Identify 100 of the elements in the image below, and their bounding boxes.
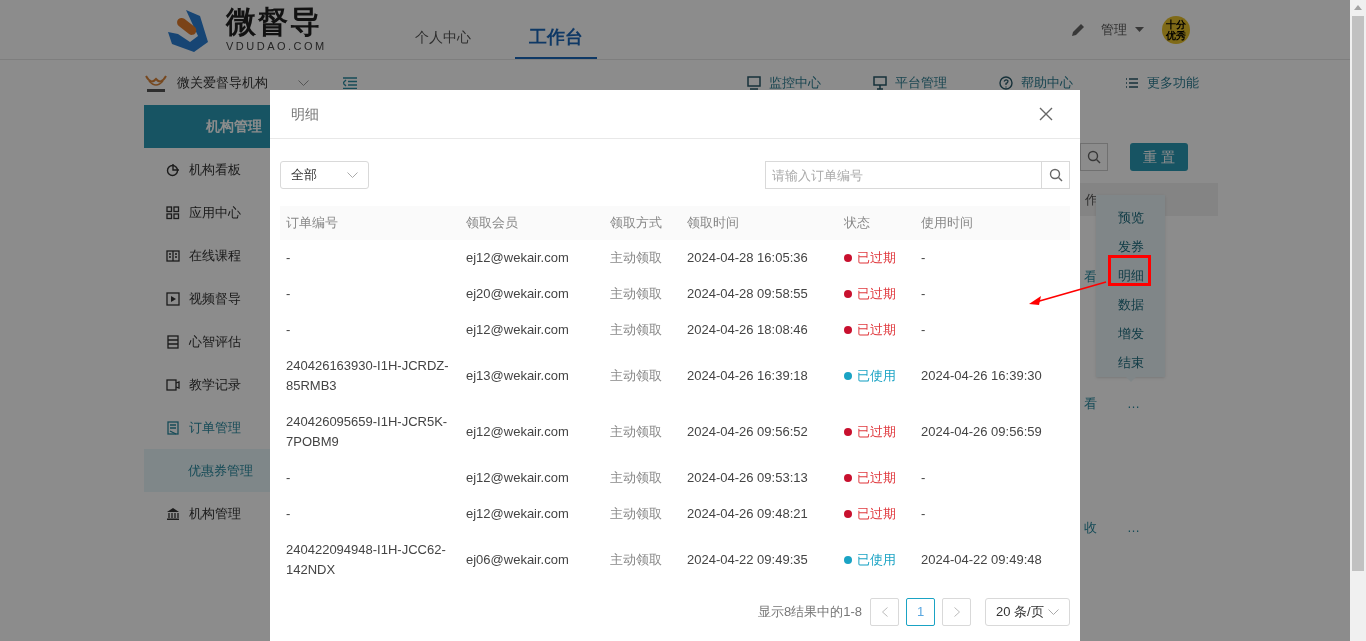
sidebar-item[interactable]: 机构管理 — [144, 492, 282, 535]
table-cell-text: ej12@wekair.com — [465, 321, 570, 340]
table-cell: - — [921, 506, 926, 522]
top-nav-link[interactable]: 监控中心 — [747, 72, 821, 93]
help-icon — [999, 75, 1013, 90]
table-cell-text: 2024-04-22 09:49:35 — [686, 551, 809, 570]
table-cell: 2024-04-26 16:39:30 — [921, 368, 1042, 384]
table-cell-text: ej06@wekair.com — [465, 551, 570, 570]
menu-item[interactable]: 发券 — [1117, 232, 1144, 261]
table-cell: - — [921, 286, 926, 302]
top-nav-link[interactable]: 更多功能 — [1125, 72, 1199, 93]
status-label: 已过期 — [844, 504, 896, 524]
scrollbar-thumb[interactable] — [1352, 16, 1364, 571]
sidebar-item[interactable]: 机构看板 — [144, 148, 282, 191]
column-header: 状态 — [838, 206, 915, 240]
column-header: 使用时间 — [915, 206, 1070, 240]
pagination-summary: 显示8结果中的1-8 — [757, 603, 862, 622]
status-label: 已过期 — [844, 468, 896, 488]
table-cell-text: 主动领取 — [609, 551, 663, 570]
chevron-right-icon — [953, 607, 960, 617]
column-header: 领取会员 — [460, 206, 604, 240]
table-cell-text: 240426095659-I1H-JCR5K-7POBM9 — [285, 413, 449, 451]
reset-button[interactable]: 重 置 — [1130, 143, 1188, 171]
column-header: 订单编号 — [280, 206, 460, 240]
nav-tab[interactable]: 工作台 — [514, 13, 597, 59]
search-field[interactable]: 请输入订单编号 — [765, 161, 1042, 189]
grid-icon — [166, 205, 180, 220]
more-link[interactable]: … — [1127, 518, 1140, 538]
menu-item[interactable]: 结束 — [1117, 348, 1144, 377]
next-page-button[interactable] — [942, 598, 971, 626]
table-cell-text: 主动领取 — [609, 505, 663, 524]
logo-domain: VDUDAO.COM — [226, 41, 327, 52]
status-label: 已过期 — [844, 284, 896, 304]
table-cell-text: - — [285, 505, 292, 523]
sidebar-item[interactable]: 订单管理 — [144, 406, 282, 449]
logo-text: 微督导 — [226, 7, 323, 37]
table-cell-text: 2024-04-26 18:08:46 — [686, 321, 809, 340]
caret-icon — [1135, 27, 1144, 32]
table-cell: - — [280, 240, 460, 276]
dialog-title: 明细 — [291, 104, 319, 124]
video-icon — [166, 377, 180, 392]
pencil-icon — [1071, 22, 1085, 37]
table-cell-text: - — [285, 321, 292, 339]
receipt-icon — [166, 420, 180, 435]
list-icon — [1125, 75, 1139, 90]
table-cell-text: ej12@wekair.com — [465, 423, 570, 442]
table-cell-text: ej20@wekair.com — [465, 285, 570, 304]
table-cell-text: 主动领取 — [609, 469, 663, 488]
table-cell-text: 主动领取 — [609, 423, 663, 442]
table-cell-text: ej12@wekair.com — [465, 469, 570, 488]
form-icon — [166, 334, 180, 349]
column-header: 领取方式 — [604, 206, 681, 240]
table-link[interactable]: 看 — [1080, 267, 1097, 287]
status-label: 已过期 — [844, 248, 896, 268]
status-label: 已使用 — [844, 550, 896, 570]
menu-item[interactable]: 增发 — [1117, 319, 1144, 348]
scrollbar[interactable] — [1350, 0, 1366, 641]
sidebar-item[interactable]: 教学记录 — [144, 363, 282, 406]
table-cell-text: - — [285, 469, 292, 487]
page-button[interactable]: 1 — [906, 598, 935, 626]
top-nav-link[interactable]: 平台管理 — [873, 72, 947, 93]
sidebar-item[interactable]: 心智评估 — [144, 320, 282, 363]
table-cell: 2024-04-28 16:05:36 — [681, 240, 838, 276]
search-icon — [1087, 150, 1101, 164]
sidebar-item[interactable]: 视频督导 — [144, 277, 282, 320]
menu-item[interactable]: 数据 — [1117, 290, 1144, 319]
desktop-icon — [873, 75, 887, 90]
chevron-down-icon — [298, 79, 309, 86]
table-cell-text: 240426163930-I1H-JCRDZ-85RMB3 — [285, 357, 450, 395]
status-label: 已使用 — [844, 366, 896, 386]
chevron-down-icon — [1048, 609, 1059, 615]
previous-page-button[interactable] — [870, 598, 899, 626]
table-cell-text: 2024-04-28 09:58:55 — [686, 285, 809, 304]
nav-tab[interactable]: 个人中心 — [400, 13, 485, 59]
sidebar-item[interactable]: 应用中心 — [144, 191, 282, 234]
table-link[interactable]: 看 — [1080, 394, 1097, 414]
table-cell: - — [921, 470, 926, 486]
filter-select[interactable]: 全部 — [280, 161, 369, 189]
search-button[interactable] — [1080, 143, 1108, 171]
more-link[interactable]: … — [1127, 394, 1140, 414]
avatar-badge[interactable]: 十分 优秀 — [1162, 15, 1190, 44]
table-link[interactable]: 收 — [1080, 518, 1097, 538]
close-button[interactable] — [1039, 106, 1055, 122]
table-cell-text: ej13@wekair.com — [465, 367, 570, 386]
search-button[interactable] — [1042, 161, 1070, 189]
bank-icon — [166, 506, 180, 521]
book-icon — [166, 248, 180, 263]
sidebar-item[interactable]: 在线课程 — [144, 234, 282, 277]
page-size-select[interactable]: 20 条/页 — [985, 598, 1070, 626]
scroll-up-icon[interactable] — [1354, 5, 1362, 10]
menu-item[interactable]: 预览 — [1117, 203, 1144, 232]
close-icon — [1039, 107, 1053, 121]
pie-chart-icon — [166, 162, 180, 177]
menu-fold-icon — [343, 76, 357, 89]
chevron-left-icon — [881, 607, 888, 617]
menu-item[interactable]: 明细 — [1117, 261, 1144, 290]
user-menu[interactable]: 管理 — [1101, 19, 1144, 40]
top-nav-link[interactable]: 帮助中心 — [999, 72, 1073, 93]
table-cell-text: 主动领取 — [609, 321, 663, 340]
table-cell-text: 240422094948-I1H-JCC62-142NDX — [285, 541, 447, 579]
